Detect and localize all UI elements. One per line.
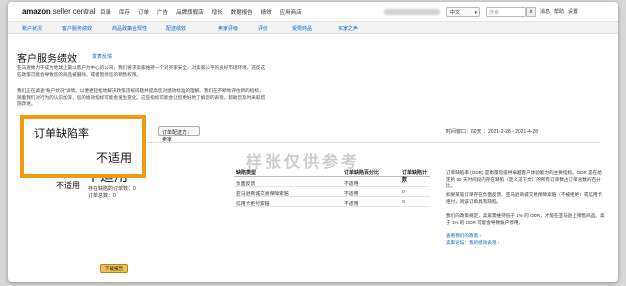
time-window: 时间窗口：60天 ：2021-2-28 - 2021-4-28	[446, 129, 538, 135]
main-menu: 目录 库存 订单 广告 品牌旗舰店 增长 数据报告 绩效 应用商店	[100, 8, 302, 16]
chevron-down-icon: ▾	[474, 10, 477, 16]
page-title: 客户服务绩效	[17, 54, 77, 65]
cell-defect-type: 亚马逊商城交易保障索赔	[236, 191, 289, 197]
sub-navigation: 账户状况 客户服务绩效 商品政策合规性 配送绩效 卖家评级 评价 受限商品 买家…	[8, 22, 618, 34]
menu-item-advertising[interactable]: 广告	[157, 8, 168, 16]
tab-account-health[interactable]: 账户状况	[22, 25, 42, 32]
tab-feedback[interactable]: 评价	[258, 25, 268, 32]
odr-description-2: 如果某笔订单存在负面反馈、亚马逊商城交易保障索赔（不被拒绝）或信用卡拒付，则该订…	[446, 192, 603, 204]
tab-customer-service-performance[interactable]: 客户服务绩效	[62, 25, 92, 32]
total-orders-count: 订单总数：0	[88, 193, 116, 199]
tab-seller-rating[interactable]: 卖家评级	[218, 25, 238, 32]
menu-item-performance[interactable]: 绩效	[261, 8, 272, 16]
odr-highlight-card: 订单缺陷率 不适用	[20, 115, 146, 178]
cell-defect-count: 0	[402, 199, 405, 205]
download-report-button[interactable]: 下载报告	[100, 264, 128, 273]
logo-sub: seller central	[52, 7, 96, 16]
cell-defect-type: 信用卡拒付索赔	[236, 201, 270, 207]
help-link[interactable]: 帮助	[554, 8, 564, 15]
account-name-blurred	[384, 9, 440, 15]
odr-description-3: 我们的政策规定，卖家需维持低于 1% 的 ODR，才能在亚马逊上销售商品。高于 …	[446, 213, 605, 225]
fulfillment-filter-select[interactable]: 订单配送方：卖家	[158, 126, 200, 143]
top-right-links: 消息 帮助 设置	[540, 8, 578, 15]
table-row: 信用卡拒付索赔 不适用 0	[234, 197, 430, 207]
app-window: amazon seller central 目录 库存 订单 广告 品牌旗舰店 …	[8, 2, 618, 282]
odr-highlight-value: 不适用	[95, 151, 132, 165]
defective-orders-count: 存在缺陷的订单数：0	[88, 186, 136, 192]
messages-link[interactable]: 消息	[540, 8, 550, 15]
cell-defect-percent: 不适用	[344, 191, 359, 197]
settings-link[interactable]: 设置	[568, 8, 578, 15]
cell-defect-percent: 不适用	[344, 181, 359, 187]
menu-item-growth[interactable]: 增长	[212, 8, 223, 16]
language-value: 中文	[450, 10, 461, 16]
cell-defect-percent: 不适用	[344, 201, 359, 207]
top-navigation: amazon seller central 目录 库存 订单 广告 品牌旗舰店 …	[8, 2, 618, 22]
feedback-link[interactable]: 发表反馈	[92, 53, 112, 60]
odr-highlight-title: 订单缺陷率	[34, 128, 89, 140]
odr-description-1: 订单缺陷率 (ODR) 是衡量您提供卓越客户体验能力的主要指标。ODR 是在给定…	[446, 170, 602, 188]
cell-defect-count: 0	[402, 189, 405, 195]
menu-item-inventory[interactable]: 库存	[119, 8, 130, 16]
table-row: 负面反馈 不适用 0	[234, 177, 430, 187]
forum-link[interactable]: 卖家论坛：我的绩效表现 ›	[446, 240, 499, 246]
language-select[interactable]: 中文 ▾	[446, 7, 480, 17]
intro-text-2: 我们正在调查“账户状况”详情。以便更轻松地解决政策违规问题并提高您对绩效标准的理…	[17, 88, 266, 106]
search-input[interactable]: 搜索	[486, 7, 526, 17]
menu-item-reports[interactable]: 数据报告	[231, 8, 253, 16]
table-row: 亚马逊商城交易保障索赔 不适用 0	[234, 187, 430, 197]
cell-defect-count: 0	[402, 179, 405, 185]
cell-defect-type: 负面反馈	[236, 181, 256, 187]
tab-restricted-products[interactable]: 受限商品	[292, 25, 312, 32]
menu-item-orders[interactable]: 订单	[138, 8, 149, 16]
intro-text: 亚马逊致力于成为地球上最以客户为中心的公司，我们要求卖家维持一个对买家安全、对卖…	[17, 65, 266, 77]
sample-watermark: 样张仅供参考	[246, 154, 361, 171]
odr-left-value: 不适用	[56, 181, 80, 190]
tab-voice-of-customer[interactable]: 买家之声	[338, 25, 358, 32]
search-icon[interactable]: ⌕	[526, 7, 536, 17]
logo-main: amazon	[22, 7, 51, 16]
amazon-seller-central-logo[interactable]: amazon seller central	[22, 7, 95, 16]
menu-item-catalog[interactable]: 目录	[100, 8, 111, 16]
tab-shipping-performance[interactable]: 配送绩效	[166, 25, 186, 32]
defect-table: 缺陷类型 订单缺陷百分比 订单缺陷计数 负面反馈 不适用 0 亚马逊商城交易保障…	[234, 167, 430, 207]
menu-item-stores[interactable]: 品牌旗舰店	[176, 8, 204, 16]
menu-item-appstore[interactable]: 应用商店	[280, 8, 302, 16]
policy-link[interactable]: 查看我们的政策 ›	[446, 233, 481, 239]
tab-policy-compliance[interactable]: 商品政策合规性	[112, 25, 147, 32]
